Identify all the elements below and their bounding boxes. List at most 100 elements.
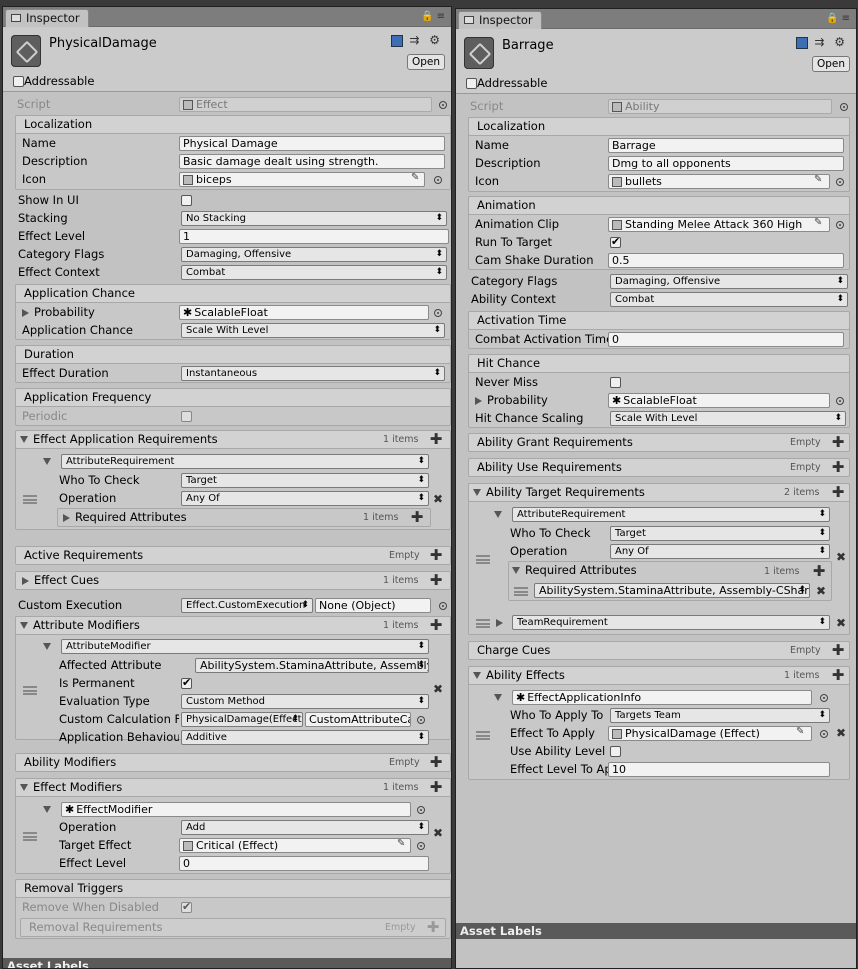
drag-handle-icon[interactable] xyxy=(476,731,490,740)
custom-execution-dropdown[interactable]: Effect.CustomExecution xyxy=(181,598,313,613)
add-item-button[interactable]: ✚ xyxy=(830,434,846,451)
description-field[interactable]: Dmg to all opponents xyxy=(608,156,844,171)
modifier-type-dropdown[interactable]: AttributeModifier xyxy=(61,639,429,654)
foldout-arrow-icon[interactable] xyxy=(43,458,51,465)
book-icon[interactable] xyxy=(795,36,808,49)
addressable-toggle[interactable]: Addressable xyxy=(13,74,94,88)
header-icons[interactable]: ⇉ ⚙ xyxy=(390,33,443,47)
evaluation-type-dropdown[interactable]: Custom Method xyxy=(181,694,429,709)
element-foldout[interactable] xyxy=(494,506,507,523)
add-item-button[interactable]: ✚ xyxy=(428,779,444,796)
object-picker-icon[interactable] xyxy=(836,178,844,186)
drag-handle-icon[interactable] xyxy=(23,832,37,841)
duration-header[interactable]: Duration xyxy=(15,345,451,364)
remove-element-button[interactable]: ✖ xyxy=(433,682,443,696)
object-picker-icon[interactable] xyxy=(840,103,848,111)
foldout-arrow-icon[interactable] xyxy=(43,806,51,813)
foldout-arrow-icon[interactable] xyxy=(20,436,28,443)
expand-arrow-icon[interactable] xyxy=(63,513,70,522)
add-item-button[interactable]: ✚ xyxy=(428,617,444,634)
custom-execution-object-field[interactable]: None (Object) xyxy=(315,598,431,613)
ability-modifiers-header[interactable]: Ability Modifiers xyxy=(15,753,451,772)
affected-attribute-dropdown[interactable]: AbilitySystem.StaminaAttribute, Assembly… xyxy=(195,658,429,673)
operation-dropdown[interactable]: Any Of xyxy=(610,544,830,559)
probability-row[interactable]: Probability xyxy=(22,304,95,321)
required-attributes-foldout[interactable]: Required Attributes xyxy=(63,509,187,526)
application-chance-header[interactable]: Application Chance xyxy=(15,284,451,303)
custom-calculation-object-field[interactable]: CustomAttributeCalc xyxy=(305,712,411,727)
foldout-arrow-icon[interactable] xyxy=(20,784,28,791)
animation-clip-field[interactable]: Standing Melee Attack 360 High xyxy=(608,217,830,232)
foldout-arrow-icon[interactable] xyxy=(473,672,481,679)
object-picker-icon[interactable] xyxy=(417,842,425,850)
add-item-button[interactable]: ✚ xyxy=(830,484,846,501)
element-foldout[interactable] xyxy=(43,801,56,818)
frequency-header[interactable]: Application Frequency xyxy=(15,388,451,407)
open-button[interactable]: Open xyxy=(812,56,850,72)
element-foldout[interactable] xyxy=(496,614,508,631)
object-picker-icon[interactable] xyxy=(439,602,447,610)
tab-inspector[interactable]: Inspector xyxy=(458,11,542,30)
who-to-check-dropdown[interactable]: Target xyxy=(610,526,830,541)
pencil-icon[interactable]: ✎ xyxy=(814,217,822,228)
effect-level-field[interactable]: 0 xyxy=(179,856,429,871)
element-foldout[interactable] xyxy=(43,638,56,655)
show-in-ui-checkbox[interactable] xyxy=(181,195,192,206)
tab-inspector[interactable]: Inspector xyxy=(5,9,89,28)
object-picker-icon[interactable] xyxy=(836,397,844,405)
probability-field[interactable]: ✱ ScalableFloat xyxy=(608,393,830,408)
foldout-arrow-icon[interactable] xyxy=(43,643,51,650)
add-item-button[interactable]: ✚ xyxy=(428,547,444,564)
category-flags-dropdown[interactable]: Damaging, Offensive xyxy=(181,247,447,262)
remove-element-button[interactable]: ✖ xyxy=(433,826,443,840)
book-icon[interactable] xyxy=(390,34,403,47)
object-picker-icon[interactable] xyxy=(439,101,447,109)
effect-to-apply-field[interactable]: PhysicalDamage (Effect) xyxy=(608,726,812,741)
effect-level-to-apply-field[interactable]: 10 xyxy=(608,762,830,777)
application-behaviour-dropdown[interactable]: Additive xyxy=(181,730,429,745)
remove-element-button[interactable]: ✖ xyxy=(816,584,826,598)
drag-handle-icon[interactable] xyxy=(23,495,37,504)
header-icons[interactable]: ⇉ ⚙ xyxy=(795,35,848,49)
remove-element-button[interactable]: ✖ xyxy=(836,616,846,630)
application-chance-dropdown[interactable]: Scale With Level xyxy=(181,323,445,338)
asset-labels-bar[interactable]: Asset Labels xyxy=(456,923,856,939)
add-item-button[interactable]: ✚ xyxy=(830,667,846,684)
who-to-apply-dropdown[interactable]: Targets Team xyxy=(610,708,830,723)
who-to-check-dropdown[interactable]: Target xyxy=(181,473,429,488)
drag-handle-icon[interactable] xyxy=(514,587,528,596)
localization-header[interactable]: Localization xyxy=(468,117,850,136)
requirement-type-dropdown[interactable]: AttributeRequirement xyxy=(512,507,830,522)
effect-modifier-field[interactable]: ✱ EffectModifier xyxy=(61,802,411,817)
add-item-button[interactable]: ✚ xyxy=(428,431,444,448)
combat-activation-field[interactable]: 0 xyxy=(608,332,844,347)
description-field[interactable]: Basic damage dealt using strength. xyxy=(179,154,445,169)
animation-header[interactable]: Animation xyxy=(468,196,850,215)
open-button[interactable]: Open xyxy=(407,54,445,70)
icon-field[interactable]: biceps xyxy=(179,172,425,187)
expand-arrow-icon[interactable] xyxy=(22,576,29,585)
pencil-icon[interactable]: ✎ xyxy=(814,174,822,185)
foldout-arrow-icon[interactable] xyxy=(494,694,502,701)
target-effect-field[interactable]: Critical (Effect) xyxy=(179,838,411,853)
name-field[interactable]: Physical Damage xyxy=(179,136,445,151)
expand-arrow-icon[interactable] xyxy=(22,308,29,317)
effect-context-dropdown[interactable]: Combat xyxy=(181,265,447,280)
lock-icon[interactable]: 🔒 ≡ xyxy=(421,11,445,22)
add-item-button[interactable]: ✚ xyxy=(409,509,425,526)
operation-dropdown[interactable]: Any Of xyxy=(181,491,429,506)
custom-calculation-dropdown[interactable]: PhysicalDamage(Effect) xyxy=(181,712,303,727)
remove-element-button[interactable]: ✖ xyxy=(836,550,846,564)
add-item-button[interactable]: ✚ xyxy=(428,754,444,771)
foldout-arrow-icon[interactable] xyxy=(494,511,502,518)
name-field[interactable]: Barrage xyxy=(608,138,844,153)
cam-shake-field[interactable]: 0.5 xyxy=(608,253,844,268)
element-foldout[interactable] xyxy=(43,453,56,470)
addressable-checkbox[interactable] xyxy=(13,76,24,87)
drag-handle-icon[interactable] xyxy=(476,619,490,628)
add-item-button[interactable]: ✚ xyxy=(428,572,444,589)
is-permanent-checkbox[interactable] xyxy=(181,676,192,689)
remove-element-button[interactable]: ✖ xyxy=(433,492,443,506)
effect-application-info-field[interactable]: ✱ EffectApplicationInfo xyxy=(512,690,812,705)
expand-arrow-icon[interactable] xyxy=(475,396,482,405)
